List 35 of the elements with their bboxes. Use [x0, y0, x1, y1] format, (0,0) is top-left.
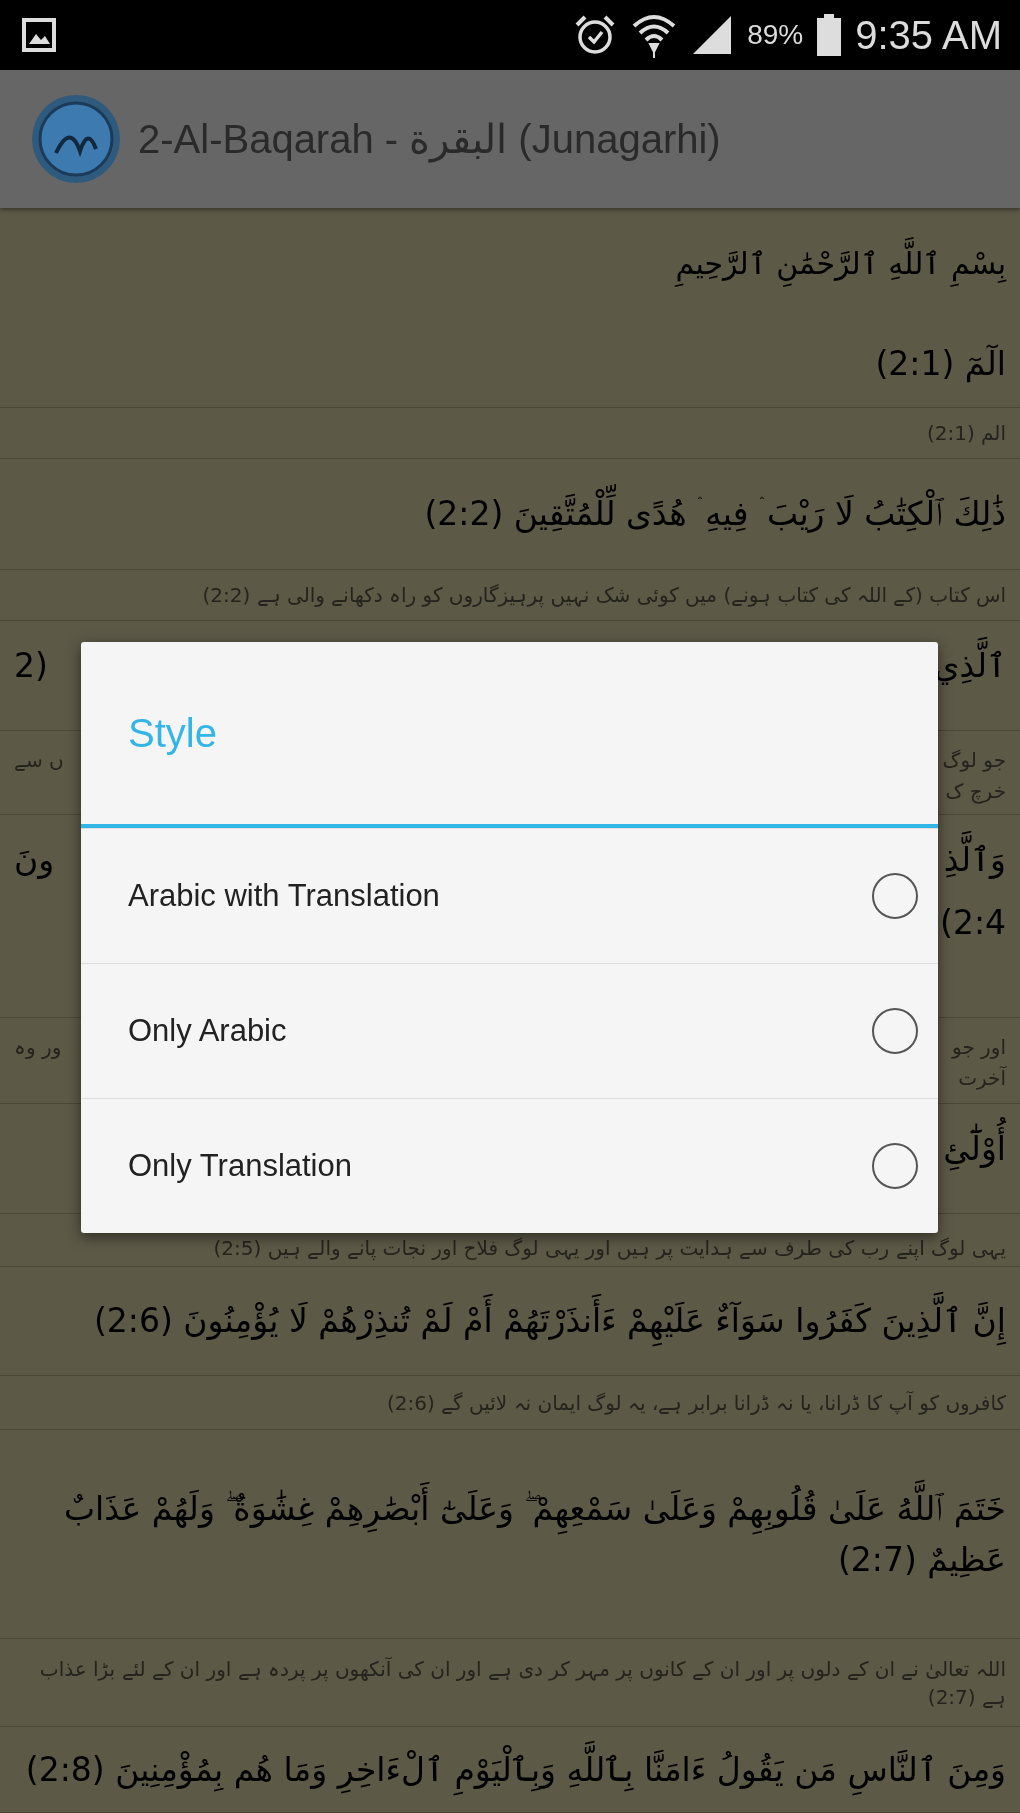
- translation-text: کافروں کو آپ کا ڈرانا، یا نہ ڈرانا برابر ہے، یہ لوگ ایمان نہ لائیں گے (2:6): [385, 1389, 1006, 1417]
- signal-icon: [691, 14, 734, 56]
- verse-text: ٱلَّذِي: [933, 635, 1006, 698]
- translation-text: یہی لوگ اپنے رب کی طرف سے ہدایت پر ہیں اور یہی لوگ فلاح اور نجات پانے والے ہیں (2:5): [212, 1235, 1006, 1262]
- logo-icon: [30, 93, 122, 185]
- battery-percent: 89%: [747, 19, 804, 51]
- translation-text: الم (2:1): [925, 420, 1006, 447]
- translation-text: ور وہ: [14, 1034, 62, 1061]
- radio-button[interactable]: [872, 1143, 918, 1189]
- translation-text: اور جو: [952, 1034, 1006, 1061]
- gallery-icon: [22, 18, 56, 52]
- style-option[interactable]: Arabic with Translation: [81, 828, 938, 963]
- style-option[interactable]: Only Arabic: [81, 963, 938, 1098]
- translation-text: خرچ ک: [944, 778, 1006, 806]
- verse-text: أُوْلَٰٓئِ: [943, 1118, 1006, 1181]
- style-option[interactable]: Only Translation: [81, 1098, 938, 1233]
- translation-text: آخرت: [957, 1065, 1006, 1092]
- wifi-icon: [631, 12, 678, 58]
- clock-time: 9:35 AM: [855, 12, 1002, 58]
- verse-text: (2: [14, 645, 48, 687]
- translation-text: ں سے: [14, 747, 64, 774]
- radio-button[interactable]: [872, 873, 918, 919]
- verse-text: خَتَمَ ٱللَّهُ عَلَىٰ قُلُوبِهِمْ وَعَلَىٰ سَمْعِهِمْ ۖ وَعَلَىٰٓ أَبْصَٰرِهِمْ غِشَٰوَةٌ ۖ وَلَهُمْ عَذَابٌ عَظِيمٌ (2:7): [14, 1482, 1006, 1586]
- translation-text: اللہ تعالیٰ نے ان کے دلوں پر اور ان کے کانوں پر مہر کر دی ہے اور ان کی آنکھوں پر پردہ ہے اور ان کے لئے بڑا عذاب ہے (2:7): [38, 1655, 1006, 1711]
- verse-text: وَمِنَ ٱلنَّاسِ مَن يَقُولُ ءَامَنَّا بِٱللَّهِ وَبِٱلْيَوْمِ ٱلْءَاخِرِ وَمَا هُم بِمُؤْمِنِينَ (2:8): [14, 1743, 1006, 1796]
- translation-text: جو لوگ: [942, 747, 1006, 774]
- verse-text: ونَ: [14, 839, 55, 881]
- radio-button[interactable]: [872, 1008, 918, 1054]
- dialog-title: Style: [128, 710, 217, 756]
- verse-text: الٓمٓ (2:1): [874, 342, 1006, 385]
- app-title: 2-Al-Baqarah - البقرة (Junagarhi): [138, 116, 721, 162]
- battery-icon: [817, 14, 842, 56]
- verse-text: وَٱلَّذِ: [940, 829, 1006, 892]
- verse-text: 2:4): [940, 901, 1006, 944]
- translation-text: اس کتاب (کے اللہ کی کتاب ہونے) میں کوئی شک نہیں پرہیزگاروں کو راہ دکھانے والی ہے (2:2): [201, 582, 1006, 609]
